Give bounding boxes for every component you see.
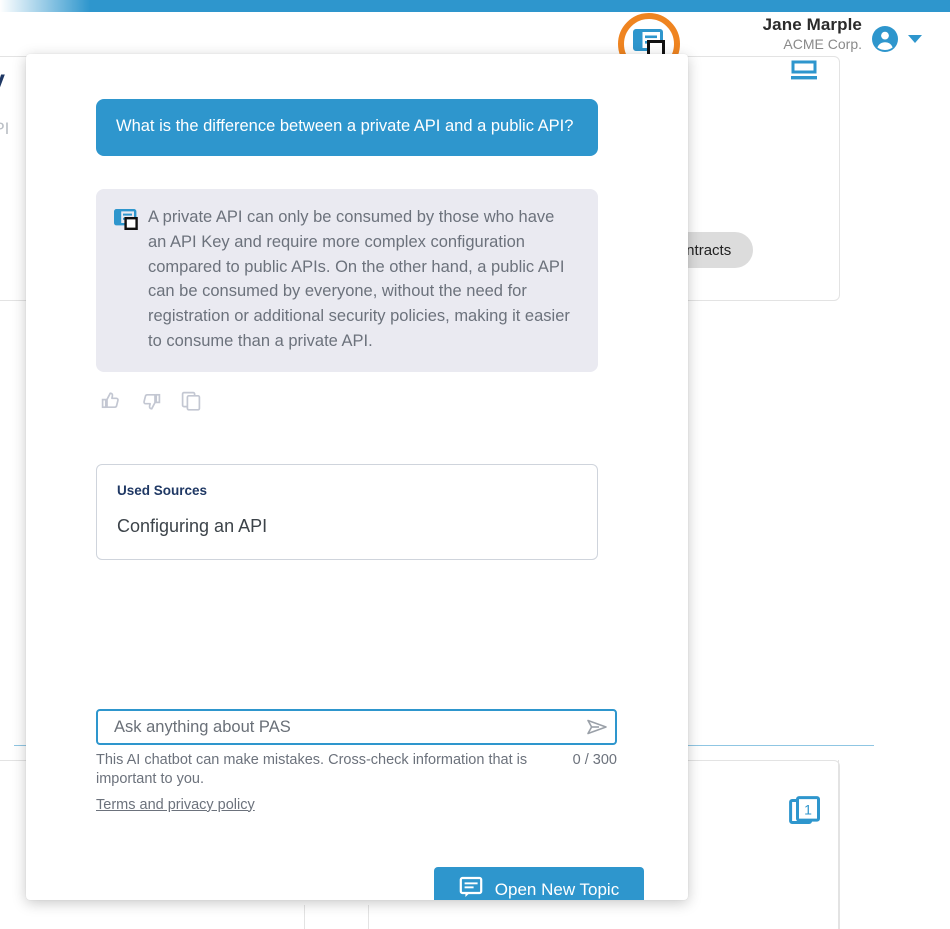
chat-message-user: What is the difference between a private… bbox=[96, 99, 598, 157]
top-accent-bar bbox=[0, 0, 950, 12]
chat-input[interactable] bbox=[98, 711, 579, 743]
ai-disclaimer-text: This AI chatbot can make mistakes. Cross… bbox=[96, 752, 528, 788]
chat-message-user-text: What is the difference between a private… bbox=[116, 117, 574, 135]
send-paper-plane-icon[interactable] bbox=[579, 711, 615, 743]
chatbot-panel: What is the difference between a private… bbox=[26, 54, 688, 900]
used-sources-item[interactable]: Configuring an API bbox=[117, 516, 577, 537]
character-counter: 0 / 300 bbox=[572, 752, 617, 768]
background-page-subtitle: API bbox=[0, 119, 10, 138]
user-circle-icon[interactable] bbox=[872, 26, 898, 52]
screen: ay API rov ctive Contracts aila 1 Jane M… bbox=[0, 0, 950, 929]
chat-message-assistant: A private API can only be consumed by th… bbox=[96, 189, 598, 372]
chat-thread: What is the difference between a private… bbox=[26, 54, 688, 694]
chat-input-wrapper[interactable] bbox=[96, 709, 617, 745]
message-feedback-bar bbox=[100, 390, 202, 412]
chat-message-assistant-text: A private API can only be consumed by th… bbox=[148, 208, 570, 350]
thumbs-down-icon[interactable] bbox=[140, 390, 162, 412]
background-vertical-rule-2 bbox=[304, 905, 305, 929]
open-new-topic-button[interactable]: Open New Topic bbox=[434, 867, 644, 900]
background-vertical-rule-1 bbox=[838, 760, 839, 929]
chevron-down-icon[interactable] bbox=[908, 35, 922, 43]
chat-bubble-icon bbox=[459, 875, 483, 900]
used-sources-label: Used Sources bbox=[117, 483, 208, 498]
layers-1-icon: 1 bbox=[789, 796, 821, 828]
background-page-title: ay bbox=[0, 64, 5, 95]
user-info: Jane Marple ACME Corp. bbox=[763, 16, 862, 52]
chatbot-document-icon bbox=[114, 209, 138, 231]
user-organization: ACME Corp. bbox=[783, 35, 862, 52]
user-name: Jane Marple bbox=[762, 15, 862, 34]
copy-icon[interactable] bbox=[180, 390, 202, 412]
composer-footer: This AI chatbot can make mistakes. Cross… bbox=[96, 751, 617, 790]
background-vertical-rule-3 bbox=[368, 905, 369, 929]
used-sources-card: Used Sources Configuring an API bbox=[96, 464, 598, 560]
terms-and-privacy-link[interactable]: Terms and privacy policy bbox=[96, 797, 255, 813]
open-new-topic-label: Open New Topic bbox=[494, 879, 620, 899]
svg-text:1: 1 bbox=[804, 802, 812, 818]
thumbs-up-icon[interactable] bbox=[100, 390, 122, 412]
tray-icon bbox=[789, 58, 819, 86]
chat-composer: This AI chatbot can make mistakes. Cross… bbox=[96, 709, 617, 814]
